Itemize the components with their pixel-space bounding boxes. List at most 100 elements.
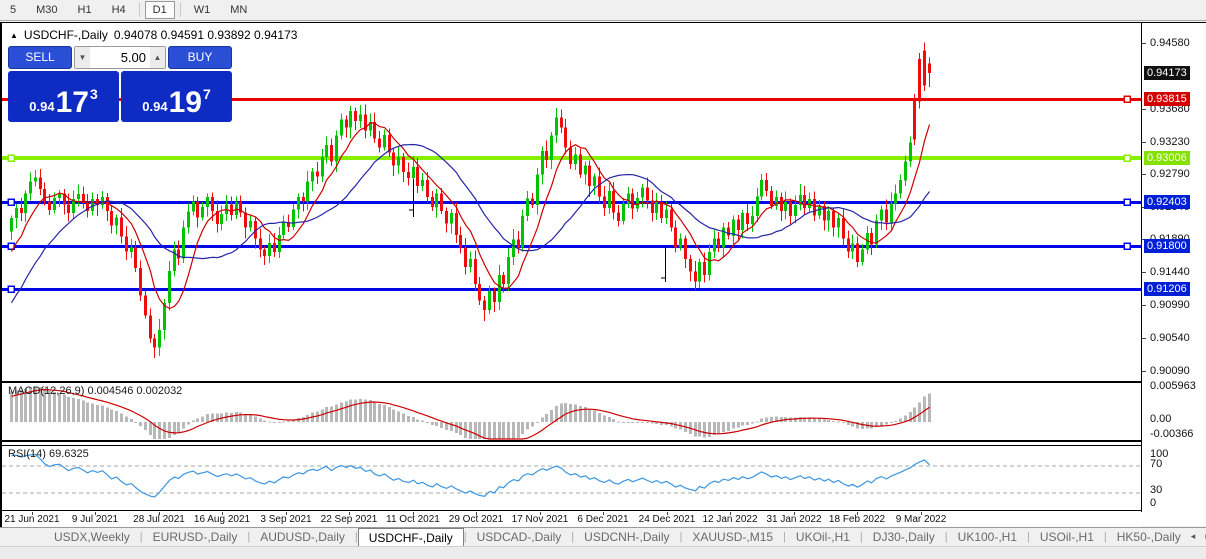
candle (168, 271, 171, 303)
macd-histogram-bar (622, 422, 625, 423)
tab-xauusd-m15[interactable]: XAUUSD-,M15 (682, 528, 783, 546)
indicator-axis-label: -0.00366 (1150, 428, 1193, 440)
indicator-axis-label: 70 (1150, 458, 1162, 470)
date-axis-label: 3 Sep 2021 (260, 514, 311, 525)
tab-usdx-weekly[interactable]: USDX,Weekly (44, 528, 140, 546)
volume-input[interactable] (90, 47, 150, 68)
candle (316, 172, 319, 177)
hline-object-0.91800[interactable] (2, 245, 1141, 248)
macd-histogram-bar (354, 399, 357, 422)
tab-scroll-left-icon[interactable]: ◂ (1191, 531, 1196, 546)
candle (517, 239, 520, 247)
macd-histogram-bar (96, 405, 99, 422)
timeframe-button-h4[interactable]: H4 (104, 1, 134, 19)
tab-hk50-daily[interactable]: HK50-,Daily (1107, 528, 1191, 546)
candle (698, 262, 701, 282)
candle (727, 228, 730, 236)
date-axis-label: 18 Feb 2022 (829, 514, 885, 525)
tab-dj30-daily[interactable]: DJ30-,Daily (863, 528, 945, 546)
sell-price-prefix: 0.94 (29, 99, 54, 114)
candle (120, 218, 123, 237)
candle (832, 211, 835, 228)
tab-usdchf-daily[interactable]: USDCHF-,Daily (358, 528, 464, 546)
macd-histogram-bar (737, 422, 740, 428)
sell-price-display[interactable]: 0.94 17 3 (8, 71, 119, 122)
macd-histogram-bar (330, 407, 333, 423)
candle (302, 197, 305, 201)
tab-usdcnh-daily[interactable]: USDCNH-,Daily (574, 528, 679, 546)
hline-anchor[interactable] (8, 155, 14, 161)
price-axis-label: 0.92790 (1150, 168, 1190, 180)
sell-button[interactable]: SELL (8, 46, 72, 69)
timeframe-button-mn[interactable]: MN (222, 1, 255, 19)
volume-decrease-icon[interactable]: ▼ (75, 47, 90, 68)
hline-anchor[interactable] (8, 286, 14, 292)
price-axis-label: 0.93230 (1150, 136, 1190, 148)
tab-audusd-daily[interactable]: AUDUSD-,Daily (250, 528, 355, 546)
tab-eurusd-daily[interactable]: EURUSD-,Daily (143, 528, 248, 546)
hline-anchor[interactable] (1124, 243, 1130, 249)
hline-price-badge: 0.91206 (1144, 282, 1190, 296)
buy-price-display[interactable]: 0.94 19 7 (121, 71, 232, 122)
macd-histogram-bar (412, 417, 415, 422)
candle (803, 195, 806, 208)
candle (564, 128, 567, 148)
hline-object-0.91206[interactable] (2, 288, 1141, 291)
macd-histogram-bar (627, 422, 630, 423)
candle (211, 197, 214, 211)
macd-histogram-bar (149, 422, 152, 435)
tab-ukoil-h1[interactable]: UKOil-,H1 (786, 528, 860, 546)
price-axis[interactable]: 0.945800.936800.932300.927900.923400.918… (1141, 23, 1206, 512)
timeframe-button-w1[interactable]: W1 (186, 1, 219, 19)
macd-histogram-bar (703, 422, 706, 438)
collapse-widget-icon[interactable]: ▲ (10, 31, 18, 40)
candle (526, 199, 529, 217)
candle (182, 228, 185, 259)
hline-anchor[interactable] (1124, 199, 1130, 205)
candle (751, 216, 754, 224)
macd-histogram-bar (139, 422, 142, 426)
tab-usdcad-daily[interactable]: USDCAD-,Daily (467, 528, 572, 546)
hline-anchor[interactable] (1124, 155, 1130, 161)
price-panel[interactable]: ▲ USDCHF-,Daily 0.94078 0.94591 0.93892 … (2, 24, 1141, 379)
candle (631, 193, 634, 208)
buy-button[interactable]: BUY (168, 46, 232, 69)
macd-histogram-bar (77, 399, 80, 422)
hline-price-badge: 0.92403 (1144, 195, 1190, 209)
volume-increase-icon[interactable]: ▲ (150, 47, 165, 68)
timeframe-button-d1[interactable]: D1 (145, 1, 175, 19)
macd-histogram-bar (541, 417, 544, 422)
candle (842, 218, 845, 238)
candle (77, 194, 80, 199)
macd-histogram-bar (641, 422, 644, 423)
tab-usoil-h1[interactable]: USOil-,H1 (1030, 528, 1104, 546)
macd-histogram-bar (58, 393, 61, 422)
candle (918, 59, 921, 101)
hline-anchor[interactable] (1124, 96, 1130, 102)
price-axis-tick (1142, 338, 1146, 339)
candle (450, 213, 453, 223)
macd-histogram-bar (588, 409, 591, 422)
tab-uk100-h1[interactable]: UK100-,H1 (948, 528, 1027, 546)
macd-histogram-bar (564, 403, 567, 422)
hline-anchor[interactable] (8, 199, 14, 205)
macd-histogram-bar (216, 414, 219, 422)
macd-histogram-bar (636, 422, 639, 423)
hline-object-0.92403[interactable] (2, 201, 1141, 204)
price-axis-label: 0.90090 (1150, 365, 1190, 377)
chart-plot-column: ▲ USDCHF-,Daily 0.94078 0.94591 0.93892 … (0, 23, 1141, 527)
timeframe-button-m30[interactable]: M30 (28, 1, 65, 19)
macd-histogram-bar (517, 422, 520, 438)
macd-histogram-bar (287, 421, 290, 422)
rsi-panel[interactable]: RSI(14) 69.6325 (2, 445, 1141, 511)
chart-window: ▲ USDCHF-,Daily 0.94078 0.94591 0.93892 … (0, 22, 1206, 526)
timeframe-button-5[interactable]: 5 (2, 1, 24, 19)
price-axis-label: 0.94580 (1150, 37, 1190, 49)
macd-histogram-bar (182, 422, 185, 429)
macd-panel[interactable]: MACD(12,26,9) 0.004546 0.002032 (2, 381, 1141, 442)
chart-tab-bar: USDX,Weekly|EURUSD-,Daily|AUDUSD-,Daily|… (0, 527, 1206, 546)
candle (478, 284, 481, 301)
price-axis-tick (1142, 272, 1146, 273)
price-axis-label: 0.90990 (1150, 299, 1190, 311)
timeframe-button-h1[interactable]: H1 (70, 1, 100, 19)
